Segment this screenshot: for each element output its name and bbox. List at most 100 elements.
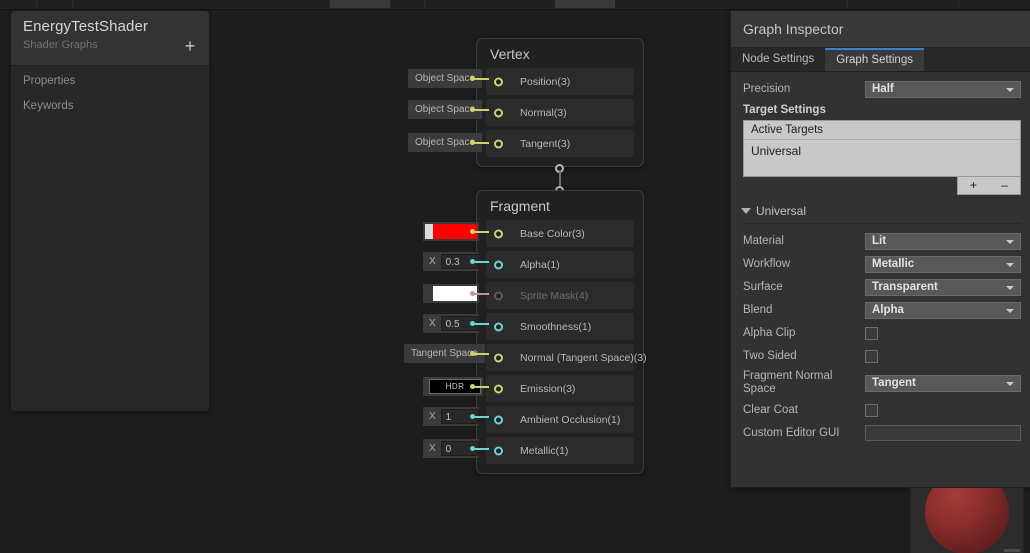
emission-port-icon[interactable] [494,384,503,393]
smoothness-wire [473,322,489,325]
vertex-slot-normal[interactable]: Normal(3) [486,99,634,126]
tab-graph-settings[interactable]: Graph Settings [825,48,924,71]
fragment-slot-sprite-mask[interactable]: Sprite Mask(4) [486,282,634,309]
graph-inspector-title: Graph Inspector [743,21,844,37]
workflow-label: Workflow [743,258,791,270]
active-targets-header: Active Targets [744,121,1020,140]
alpha-port-icon[interactable] [494,260,503,269]
precision-dropdown[interactable]: Half [865,80,1021,98]
tangent-wire [473,141,489,144]
active-targets-list: Active Targets Universal [743,120,1021,177]
alpha-clip-label: Alpha Clip [743,327,796,339]
blend-value: Alpha [872,303,904,316]
fragment-slot-label: Sprite Mask(4) [520,289,589,302]
preview-scrollbar[interactable] [1004,549,1020,552]
smoothness-port-icon[interactable] [494,322,503,331]
fragment-slot-label: Emission(3) [520,382,576,395]
chevron-down-icon [1006,87,1014,92]
clear-coat-checkbox[interactable] [865,403,878,417]
blackboard-section-properties[interactable]: Properties [11,66,209,89]
fragment-slot-label: Metallic(1) [520,444,569,457]
chevron-down-icon [1006,285,1014,290]
custom-editor-gui-input[interactable] [865,425,1021,441]
emission-wire [473,385,489,388]
fragment-slot-label: Normal (Tangent Space)(3) [520,351,647,364]
active-target-item-universal[interactable]: Universal [744,140,1020,162]
sprite-mask-wire [473,292,489,295]
shader-graph-subtitle: Shader Graphs [23,39,98,51]
fragment-normal-space-label: Fragment Normal Space [743,370,833,395]
position-port-icon[interactable] [494,77,503,86]
fragment-slot-emission[interactable]: Emission(3) [486,375,634,402]
normal-port-icon[interactable] [494,108,503,117]
base-color-wire [473,230,489,233]
blackboard-header: EnergyTestShader Shader Graphs + [11,11,209,66]
vertex-slot-position[interactable]: Position(3) [486,68,634,95]
normal-tangent-wire [473,352,489,355]
fragment-node[interactable]: Fragment Base Color(3) Alpha(1) Sprite M… [476,190,647,474]
fragment-slot-ambient-occlusion[interactable]: Ambient Occlusion(1) [486,406,634,433]
base-color-port-icon[interactable] [494,229,503,238]
smoothness-axis-label: X [429,318,436,329]
toolbar-tick [36,0,37,8]
metallic-port-icon[interactable] [494,446,503,455]
fragment-slot-smoothness[interactable]: Smoothness(1) [486,313,634,340]
fragment-slot-alpha[interactable]: Alpha(1) [486,251,634,278]
tab-node-settings[interactable]: Node Settings [731,48,825,71]
material-preview-panel[interactable] [910,487,1024,553]
normal-tangent-port-icon[interactable] [494,353,503,362]
sprite-mask-swatch-edge [425,286,433,301]
surface-value: Transparent [872,280,938,293]
two-sided-checkbox[interactable] [865,349,878,363]
fragment-normal-space-dropdown[interactable]: Tangent [865,374,1021,392]
blend-dropdown[interactable]: Alpha [865,301,1021,319]
material-dropdown[interactable]: Lit [865,232,1021,250]
vertex-slot-label: Tangent(3) [520,137,571,150]
workflow-dropdown[interactable]: Metallic [865,255,1021,273]
tangent-port-icon[interactable] [494,139,503,148]
fragment-slot-base-color[interactable]: Base Color(3) [486,220,634,247]
shader-graph-title: EnergyTestShader [23,18,149,35]
toolbar-tick [424,0,425,8]
workflow-row: Workflow Metallic [743,253,1021,275]
blackboard-panel: EnergyTestShader Shader Graphs + Propert… [10,10,210,412]
ambient-occlusion-port-icon[interactable] [494,415,503,424]
surface-dropdown[interactable]: Transparent [865,278,1021,296]
preview-sphere[interactable] [925,488,1009,553]
custom-editor-gui-row: Custom Editor GUI [743,422,1021,444]
top-toolbar-strip [0,0,1030,10]
fragment-slot-label: Alpha(1) [520,258,560,271]
sprite-mask-port-icon[interactable] [494,291,503,300]
base-color-swatch-edge [425,224,433,239]
graph-inspector-panel: Graph Inspector Node Settings Graph Sett… [730,10,1030,488]
universal-foldout-label: Universal [756,204,807,218]
two-sided-row: Two Sided [743,345,1021,367]
chevron-down-icon [1006,239,1014,244]
alpha-clip-checkbox[interactable] [865,326,878,340]
alpha-axis-label: X [429,256,436,267]
chevron-down-icon [1006,381,1014,386]
remove-target-button[interactable]: – [989,177,1020,194]
add-target-button[interactable]: + [958,177,989,194]
vertex-slot-tangent[interactable]: Tangent(3) [486,130,634,157]
universal-foldout[interactable]: Universal [741,204,1021,218]
add-property-button[interactable]: + [181,37,199,56]
blackboard-section-keywords[interactable]: Keywords [11,89,209,114]
fragment-slot-metallic[interactable]: Metallic(1) [486,437,634,464]
custom-editor-gui-label: Custom Editor GUI [743,427,840,439]
position-wire [473,77,489,80]
precision-row: Precision Half [743,78,1021,100]
fragment-node-title: Fragment [490,198,550,214]
toolbar-segment[interactable] [555,0,615,8]
metallic-wire [473,447,489,450]
active-targets-body: Universal [744,140,1020,176]
vertex-node[interactable]: Vertex Position(3) Normal(3) Tangent(3) [476,38,644,167]
toolbar-segment[interactable] [330,0,390,8]
vertex-slot-label: Normal(3) [520,106,567,119]
inspector-body: Precision Half Target Settings Active Ta… [731,72,1030,444]
universal-divider [743,223,1021,224]
fragment-slot-normal-tangent-space[interactable]: Normal (Tangent Space)(3) [486,344,647,371]
fragment-normal-space-row: Fragment Normal Space Tangent [743,368,1021,398]
material-value: Lit [872,234,887,247]
toolbar-tick [847,0,848,8]
